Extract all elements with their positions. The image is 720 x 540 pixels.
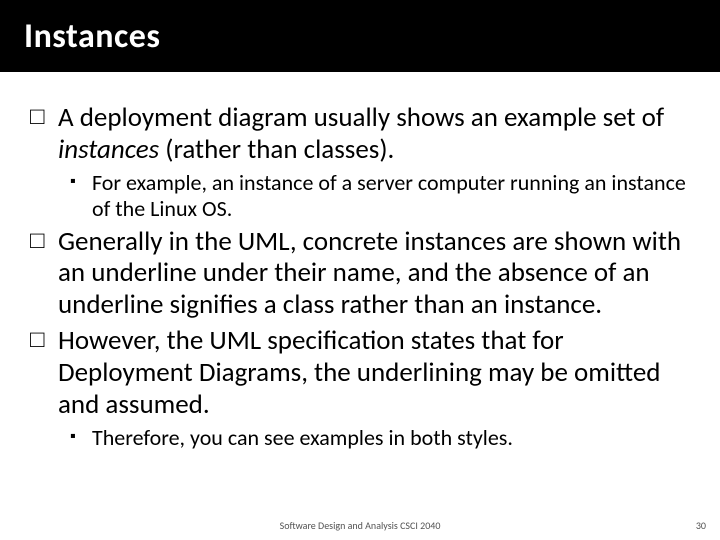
slide-body: □ A deployment diagram usually shows an … xyxy=(0,72,720,451)
bullet-level-2: ▪ For example, an instance of a server c… xyxy=(70,170,690,222)
bullet-a-post: (rather than classes). xyxy=(159,133,394,166)
bullet-text: For example, an instance of a server com… xyxy=(92,170,690,222)
bullet-level-1: □ Generally in the UML, concrete instanc… xyxy=(30,226,690,322)
bullet-level-1: □ A deployment diagram usually shows an … xyxy=(30,102,690,166)
slide: Instances □ A deployment diagram usually… xyxy=(0,0,720,540)
footer-text: Software Design and Analysis CSCI 2040 xyxy=(0,519,720,532)
bullet-text: Generally in the UML, concrete instances… xyxy=(58,226,690,322)
bullet-a-em: instances xyxy=(58,133,159,166)
bullet-level-2: ▪ Therefore, you can see examples in bot… xyxy=(70,425,690,451)
box-icon: □ xyxy=(30,226,58,322)
slide-title: Instances xyxy=(24,16,160,57)
bullet-a-pre: A deployment diagram usually shows an ex… xyxy=(58,101,664,134)
bullet-level-1: □ However, the UML specification states … xyxy=(30,325,690,421)
page-number: 30 xyxy=(696,519,706,532)
square-icon: ▪ xyxy=(70,425,92,451)
box-icon: □ xyxy=(30,325,58,421)
box-icon: □ xyxy=(30,102,58,166)
square-icon: ▪ xyxy=(70,170,92,222)
bullet-text: Therefore, you can see examples in both … xyxy=(92,425,690,451)
title-bar: Instances xyxy=(0,0,720,72)
bullet-text: However, the UML specification states th… xyxy=(58,325,690,421)
bullet-text: A deployment diagram usually shows an ex… xyxy=(58,102,690,166)
